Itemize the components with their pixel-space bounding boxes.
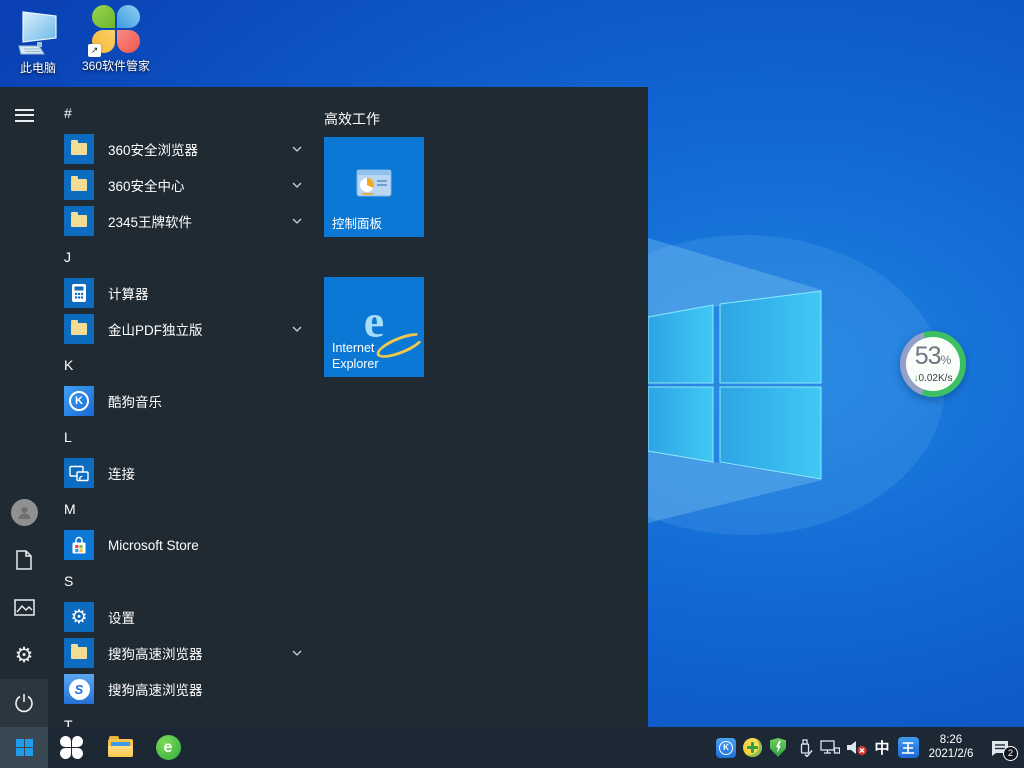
app-item-360-browser-folder[interactable]: 360安全浏览器 <box>52 131 312 167</box>
user-avatar-icon <box>11 499 38 526</box>
tile-group-title[interactable]: 高效工作 <box>324 109 380 129</box>
desktop-icon-label: 此电脑 <box>20 59 56 76</box>
start-button[interactable] <box>0 727 48 768</box>
letter-header[interactable]: S <box>52 563 312 599</box>
settings-button[interactable]: ⚙ <box>0 631 48 679</box>
letter-header[interactable]: # <box>52 95 312 131</box>
volume-muted-icon <box>845 739 868 756</box>
pictures-button[interactable] <box>0 583 48 631</box>
microsoft-store-icon <box>64 530 94 560</box>
360-shield-icon <box>770 738 786 757</box>
start-menu-rail: ⚙ <box>0 87 48 727</box>
settings-icon: ⚙ <box>64 602 94 632</box>
letter-header[interactable]: M <box>52 491 312 527</box>
app-item-kugou-music[interactable]: K 酷狗音乐 <box>52 383 312 419</box>
desktop-icon-360-software-manager[interactable]: ↗ 360软件管家 <box>68 4 164 74</box>
chevron-down-icon[interactable] <box>292 146 302 152</box>
app-item-sogou-browser[interactable]: S 搜狗高速浏览器 <box>52 671 312 707</box>
letter-header[interactable]: T <box>52 707 312 727</box>
tray-volume-muted[interactable] <box>844 727 868 768</box>
letter-header[interactable]: J <box>52 239 312 275</box>
start-menu: ⚙ # 360安全浏览器 360安全中心 <box>0 87 648 727</box>
taskbar-clock[interactable]: 8:26 2021/2/6 <box>922 734 980 761</box>
documents-button[interactable] <box>0 536 48 584</box>
360-antivirus-icon <box>743 738 762 757</box>
folder-icon <box>64 206 94 236</box>
chevron-down-icon[interactable] <box>292 218 302 224</box>
sogou-browser-icon: S <box>64 674 94 704</box>
usb-device-icon <box>796 738 813 757</box>
360-pinwheel-icon <box>60 736 84 760</box>
app-list: # 360安全浏览器 360安全中心 2345王牌软件 J <box>52 95 312 727</box>
folder-icon <box>64 170 94 200</box>
system-tray: K <box>714 727 1024 768</box>
letter-header[interactable]: L <box>52 419 312 455</box>
power-icon <box>14 693 34 713</box>
tile-control-panel[interactable]: 控制面板 <box>324 137 424 237</box>
app-item-settings[interactable]: ⚙ 设置 <box>52 599 312 635</box>
tiles-panel: 高效工作 控制面板 <box>324 87 584 727</box>
desktop-icon-label: 360软件管家 <box>82 57 150 74</box>
hamburger-icon <box>15 109 34 122</box>
user-button[interactable] <box>0 488 48 536</box>
tray-360-shield[interactable] <box>766 727 790 768</box>
app-item-calculator[interactable]: 计算器 <box>52 275 312 311</box>
tray-kugou[interactable]: K <box>714 727 738 768</box>
notification-center-button[interactable]: 2 <box>982 727 1018 768</box>
app-item-microsoft-store[interactable]: Microsoft Store <box>52 527 312 563</box>
tray-sogou-ime[interactable]: 王 <box>896 727 920 768</box>
control-panel-icon <box>356 169 392 197</box>
taskbar: e K <box>0 727 1024 768</box>
app-item-connect[interactable]: 连接 <box>52 455 312 491</box>
tile-label: 控制面板 <box>332 216 418 232</box>
app-item-sogou-browser-folder[interactable]: 搜狗高速浏览器 <box>52 635 312 671</box>
desktop-icon-this-pc[interactable]: 此电脑 <box>6 10 70 76</box>
windows-logo-icon <box>16 739 33 756</box>
taskbar-360-safe[interactable] <box>48 727 96 768</box>
folder-icon <box>64 638 94 668</box>
chevron-down-icon[interactable] <box>292 650 302 656</box>
chinese-ime-icon: 中 <box>874 737 889 758</box>
taskbar-360-browser[interactable]: e <box>144 727 192 768</box>
360-browser-icon: e <box>156 735 181 760</box>
taskbar-file-explorer[interactable] <box>96 727 144 768</box>
network-speed: ↓0.02K/s <box>914 373 953 384</box>
app-item-360-security-folder[interactable]: 360安全中心 <box>52 167 312 203</box>
letter-header[interactable]: K <box>52 347 312 383</box>
tile-internet-explorer[interactable]: e Internet Explorer <box>324 277 424 377</box>
desktop: 此电脑 ↗ 360软件管家 53% ↓0.02K/s <box>0 0 1024 768</box>
clock-date: 2021/2/6 <box>922 748 980 762</box>
computer-monitor-icon <box>16 10 60 56</box>
shortcut-arrow-icon: ↗ <box>88 44 101 57</box>
kugou-icon: K <box>716 738 736 758</box>
settings-gear-icon: ⚙ <box>15 643 34 668</box>
folder-icon <box>64 134 94 164</box>
tray-360-antivirus[interactable] <box>740 727 764 768</box>
chevron-down-icon[interactable] <box>292 326 302 332</box>
file-explorer-icon <box>108 739 133 757</box>
tray-ime-indicator[interactable]: 中 <box>870 727 894 768</box>
folder-icon <box>64 314 94 344</box>
sogou-ime-icon: 王 <box>898 737 919 758</box>
kugou-icon: K <box>64 386 94 416</box>
document-icon <box>16 550 32 570</box>
tray-network[interactable] <box>818 727 842 768</box>
tray-usb-device[interactable] <box>792 727 816 768</box>
360-speed-ball-widget[interactable]: 53% ↓0.02K/s <box>900 331 966 397</box>
app-item-2345-folder[interactable]: 2345王牌软件 <box>52 203 312 239</box>
memory-percent: 53% <box>915 344 951 372</box>
network-icon <box>820 739 840 756</box>
clock-time: 8:26 <box>922 734 980 748</box>
expand-menu-button[interactable] <box>0 95 48 135</box>
connect-icon <box>64 458 94 488</box>
chevron-down-icon[interactable] <box>292 182 302 188</box>
power-button[interactable] <box>0 679 48 727</box>
app-item-kingsoft-pdf-folder[interactable]: 金山PDF独立版 <box>52 311 312 347</box>
calculator-icon <box>64 278 94 308</box>
360-petals-icon: ↗ <box>91 4 141 54</box>
pictures-icon <box>14 599 35 616</box>
tile-label: Internet Explorer <box>332 340 418 372</box>
notification-badge: 2 <box>1003 746 1018 761</box>
